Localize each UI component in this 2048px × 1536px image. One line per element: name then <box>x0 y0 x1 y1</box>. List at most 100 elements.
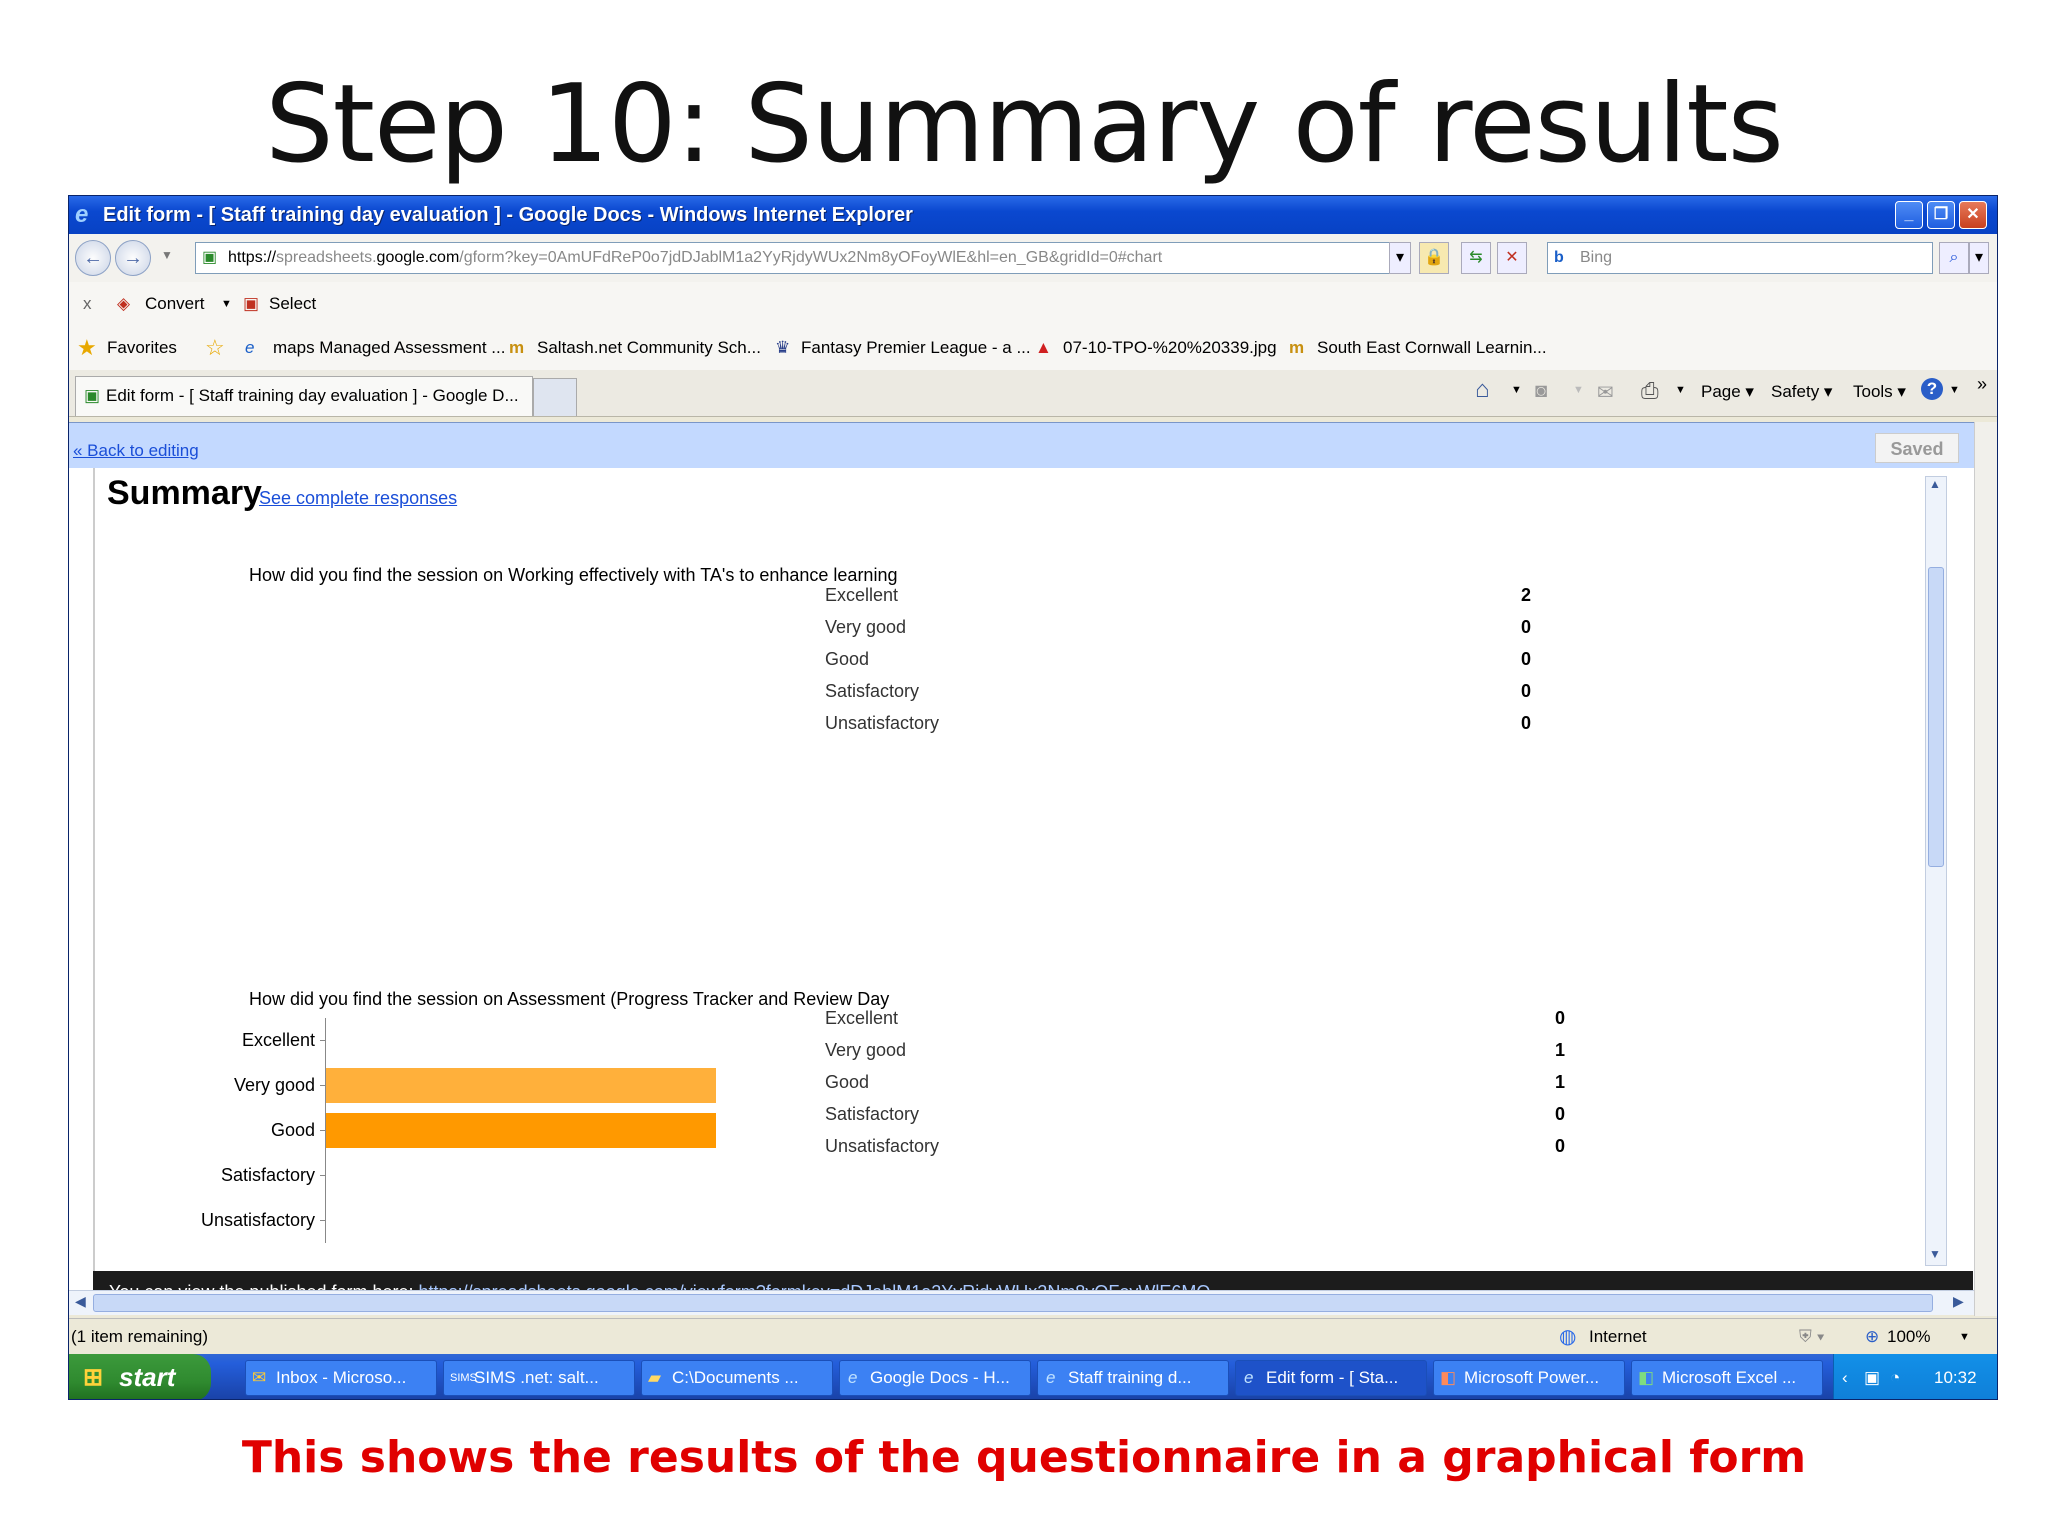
add-favorite-icon[interactable]: ☆ <box>205 326 225 370</box>
stop-icon[interactable]: ✕ <box>1497 242 1527 274</box>
q2-option-label: Unsatisfactory <box>825 1136 940 1156</box>
tab-edit-form[interactable]: ▣ Edit form - [ Staff training day evalu… <box>75 376 533 416</box>
page-icon: ▣ <box>202 249 218 266</box>
q2-option-label: Satisfactory <box>825 1104 920 1124</box>
inner-scroll-thumb[interactable] <box>1928 567 1944 867</box>
bing-icon: b <box>1554 249 1564 266</box>
zoom-dropdown-icon[interactable]: ▼ <box>1959 1319 1970 1355</box>
close-button[interactable]: ✕ <box>1959 201 1987 229</box>
address-dropdown-icon[interactable]: ▾ <box>1389 242 1411 274</box>
help-icon[interactable]: ? <box>1921 378 1943 400</box>
mail-icon[interactable]: ✉ <box>1597 380 1614 405</box>
taskbar-item-label: Inbox - Microso... <box>276 1368 407 1387</box>
q1-option-count: 0 <box>1521 617 1532 637</box>
search-placeholder: Bing <box>1580 249 1613 266</box>
favorite-link-2[interactable]: Saltash.net Community Sch... <box>537 326 761 370</box>
convert-dropdown-icon[interactable]: ▼ <box>221 282 232 326</box>
taskbar-item[interactable]: ▰ C:\Documents ... <box>641 1360 833 1396</box>
volume-icon[interactable]: ◔ <box>1890 1354 1900 1399</box>
excel-icon: ◧ <box>1638 1368 1655 1387</box>
zoom-icon: ⊕ <box>1865 1327 1880 1346</box>
q1-option-count: 0 <box>1521 713 1532 733</box>
favorite-link-3[interactable]: Fantasy Premier League - a ... <box>801 326 1031 370</box>
scroll-left-arrow-icon[interactable]: ◀ <box>75 1293 86 1310</box>
tray-expand-icon[interactable]: ‹ <box>1842 1354 1848 1399</box>
close-toolbar-icon[interactable]: x <box>83 282 92 326</box>
q2-option-label: Excellent <box>825 1008 899 1028</box>
horizontal-scrollbar[interactable]: ◀ ▶ <box>69 1290 1974 1315</box>
restore-button[interactable]: ❐ <box>1927 201 1955 229</box>
zoom-level[interactable]: 100% <box>1887 1319 1930 1355</box>
feeds-dropdown-icon[interactable]: ▼ <box>1573 384 1584 396</box>
powerpoint-icon: ◧ <box>1440 1368 1457 1387</box>
taskbar-item[interactable]: ✉ Inbox - Microso... <box>245 1360 437 1396</box>
start-button[interactable]: ⊞ start <box>69 1354 211 1399</box>
help-dropdown-icon[interactable]: ▼ <box>1949 384 1960 396</box>
select-button[interactable]: Select <box>269 282 316 326</box>
taskbar-item[interactable]: ◧ Microsoft Excel ... <box>1631 1360 1823 1396</box>
scroll-right-arrow-icon[interactable]: ▶ <box>1953 1293 1964 1310</box>
print-icon[interactable]: ⎙ <box>1641 378 1659 404</box>
ie-icon: e <box>75 201 89 228</box>
favorite-link-4[interactable]: 07-10-TPO-%20%20339.jpg <box>1063 326 1277 370</box>
see-responses-link[interactable]: See complete responses <box>259 488 457 509</box>
history-dropdown-icon[interactable]: ▼ <box>161 248 173 262</box>
browser-window: e Edit form - [ Staff training day evalu… <box>68 195 1998 1400</box>
tools-menu[interactable]: Tools ▾ <box>1853 382 1906 402</box>
inner-scrollbar[interactable]: ▲ ▼ <box>1925 476 1947 1266</box>
taskbar-item[interactable]: e Google Docs - H... <box>839 1360 1031 1396</box>
chart-category-label: Very good <box>233 1075 315 1095</box>
toolbar-chevron[interactable]: » <box>1977 374 1987 395</box>
q1-option-count: 2 <box>1521 585 1532 605</box>
search-options-icon[interactable]: ▾ <box>1969 242 1989 274</box>
protected-mode-icon[interactable]: ⛨ ▾ <box>1799 1319 1825 1355</box>
home-dropdown-icon[interactable]: ▼ <box>1511 384 1522 396</box>
feeds-icon[interactable]: ◙ <box>1535 380 1547 403</box>
address-scheme: https:// <box>228 249 277 266</box>
chart-category-label: Excellent <box>241 1030 315 1050</box>
print-dropdown-icon[interactable]: ▼ <box>1675 384 1686 396</box>
scroll-up-arrow-icon[interactable]: ▲ <box>1929 477 1941 491</box>
address-domain-prefix: spreadsheets. <box>276 249 377 266</box>
refresh-icon[interactable]: ⇆ <box>1461 242 1491 274</box>
page-menu[interactable]: Page ▾ <box>1701 382 1754 402</box>
taskbar-item-label: C:\Documents ... <box>672 1368 799 1387</box>
chart-bar <box>326 1113 716 1148</box>
sims-icon: SIMS <box>450 1372 477 1384</box>
taskbar-item-label: Microsoft Power... <box>1464 1368 1600 1387</box>
page-scrollbar[interactable] <box>1974 422 1997 1316</box>
horizontal-scroll-thumb[interactable] <box>93 1294 1933 1312</box>
search-go-icon[interactable]: ⌕ <box>1939 242 1969 274</box>
chart-tick <box>320 1085 325 1086</box>
q1-option-count: 0 <box>1521 649 1532 669</box>
saved-button[interactable]: Saved <box>1875 433 1959 463</box>
search-input[interactable]: b Bing <box>1547 242 1933 274</box>
taskbar-item[interactable]: e Staff training d... <box>1037 1360 1229 1396</box>
back-arrow-icon[interactable]: ← <box>75 240 111 276</box>
home-icon[interactable]: ⌂ <box>1475 376 1490 404</box>
network-icon[interactable]: ▣ <box>1864 1354 1880 1399</box>
lock-icon[interactable]: 🔒 <box>1419 242 1449 274</box>
favorites-button[interactable]: Favorites <box>107 326 177 370</box>
learning-logo-icon: m <box>1289 338 1305 357</box>
convert-button[interactable]: Convert <box>145 282 205 326</box>
taskbar-item-label: Edit form - [ Sta... <box>1266 1368 1399 1387</box>
taskbar-item[interactable]: SIMS SIMS .net: salt... <box>443 1360 635 1396</box>
address-bar[interactable]: ▣ https://spreadsheets.google.com/gform?… <box>195 242 1395 274</box>
q2-option-label: Good <box>825 1072 870 1092</box>
forward-arrow-icon[interactable]: → <box>115 240 151 276</box>
favorite-link-1[interactable]: maps Managed Assessment ... <box>273 326 505 370</box>
scroll-down-arrow-icon[interactable]: ▼ <box>1929 1247 1941 1261</box>
taskbar-item-active[interactable]: e Edit form - [ Sta... <box>1235 1360 1427 1396</box>
system-tray: ‹ ▣ ◔ 10:32 <box>1833 1354 1997 1399</box>
safety-menu[interactable]: Safety ▾ <box>1771 382 1832 402</box>
new-tab-button[interactable] <box>533 378 577 416</box>
taskbar-item[interactable]: ◧ Microsoft Power... <box>1433 1360 1625 1396</box>
back-to-editing-link[interactable]: « Back to editing <box>73 441 199 461</box>
favorites-star-icon: ★ <box>77 335 97 360</box>
title-bar: e Edit form - [ Staff training day evalu… <box>69 196 1997 234</box>
tab-page-icon: ▣ <box>84 386 101 405</box>
minimize-button[interactable]: _ <box>1895 201 1923 229</box>
slide-caption: This shows the results of the questionna… <box>241 1432 1807 1483</box>
favorite-link-5[interactable]: South East Cornwall Learnin... <box>1317 326 1547 370</box>
